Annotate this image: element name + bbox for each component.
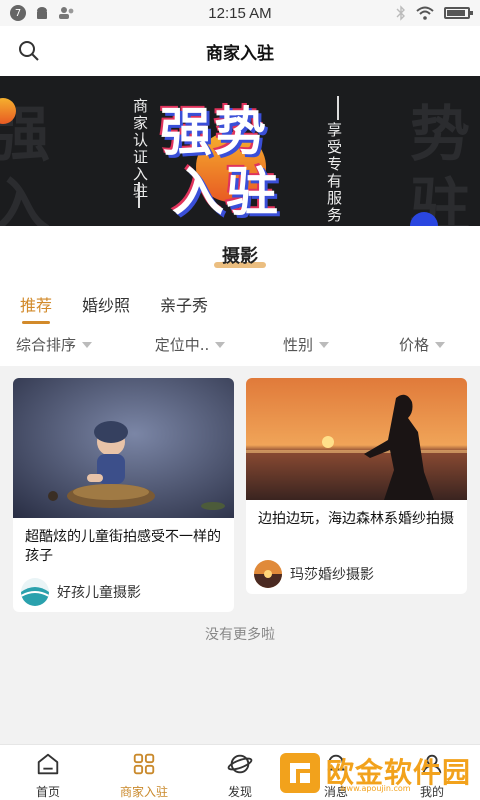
banner-right-caption: 享受专有服务: [325, 122, 343, 224]
merchant-info[interactable]: 好孩儿童摄影: [21, 578, 141, 606]
merchant-name: 玛莎婚纱摄影: [290, 567, 374, 583]
caret-down-icon: [82, 341, 93, 348]
promo-banner[interactable]: 强 入 势 驻 商家认证入驻 强势 入驻 享受专有服务: [0, 76, 480, 226]
search-icon[interactable]: [18, 40, 40, 62]
status-bar: 7 12:15 AM: [0, 0, 480, 26]
caret-down-icon: [215, 341, 226, 348]
caret-down-icon: [435, 341, 445, 348]
tab-recommend[interactable]: 推荐: [20, 292, 52, 324]
list-end-text: 没有更多啦: [205, 627, 275, 643]
planet-icon: [227, 754, 253, 774]
card-title: 边拍边玩，海边森林系婚纱拍摄: [258, 511, 454, 527]
battery-icon: [444, 7, 473, 19]
card-photo: [13, 378, 234, 518]
listing-card[interactable]: 超酷炫的儿童街拍感受不一样的孩子 好孩儿童摄影: [13, 378, 234, 612]
grid-icon: [133, 753, 155, 775]
header-bar: 商家入驻: [0, 26, 480, 76]
tabbar-merchant[interactable]: 商家入驻: [96, 745, 192, 800]
category-title: 摄影: [222, 246, 258, 267]
listing-card[interactable]: 边拍边玩，海边森林系婚纱拍摄 玛莎婚纱摄影: [246, 378, 467, 594]
watermark-url: www.apoujin.com: [340, 784, 411, 793]
filter-price[interactable]: 价格: [364, 334, 480, 355]
tab-wedding[interactable]: 婚纱照: [82, 292, 130, 316]
watermark-icon: [280, 753, 320, 793]
watermark-logo: 欧金软件园 www.apoujin.com: [280, 746, 480, 800]
tabbar-discover[interactable]: 发现: [192, 745, 288, 800]
category-section: 摄影 推荐 婚纱照 亲子秀 综合排序 定位中.. 性别 价格: [0, 226, 480, 366]
category-tabs: 推荐 婚纱照 亲子秀: [20, 292, 208, 324]
merchant-info[interactable]: 玛莎婚纱摄影: [254, 560, 374, 588]
wifi-icon: [416, 6, 434, 20]
tab-family[interactable]: 亲子秀: [160, 292, 208, 316]
avatar: [21, 578, 49, 606]
banner-headline-2: 入驻: [172, 163, 281, 223]
watermark-text: 欧金软件园: [326, 756, 472, 789]
notification-badge: 7: [10, 5, 26, 21]
filter-sort[interactable]: 综合排序: [0, 334, 132, 355]
tabbar-home[interactable]: 首页: [0, 745, 96, 800]
filter-gender[interactable]: 性别: [248, 334, 364, 355]
page-title: 商家入驻: [206, 43, 274, 64]
bluetooth-icon: [396, 5, 405, 21]
caret-down-icon: [319, 341, 329, 348]
home-icon: [37, 753, 59, 775]
card-photo: [246, 378, 467, 500]
banner-ghost-text: 入: [0, 172, 50, 226]
users-icon: [59, 7, 74, 19]
avatar: [254, 560, 282, 588]
card-title: 超酷炫的儿童街拍感受不一样的孩子: [25, 529, 221, 564]
filter-bar: 综合排序 定位中.. 性别 价格: [0, 334, 480, 355]
merchant-name: 好孩儿童摄影: [57, 585, 141, 601]
filter-location[interactable]: 定位中..: [132, 334, 248, 355]
banner-left-caption: 商家认证入驻: [131, 98, 149, 200]
android-icon: [37, 7, 47, 19]
